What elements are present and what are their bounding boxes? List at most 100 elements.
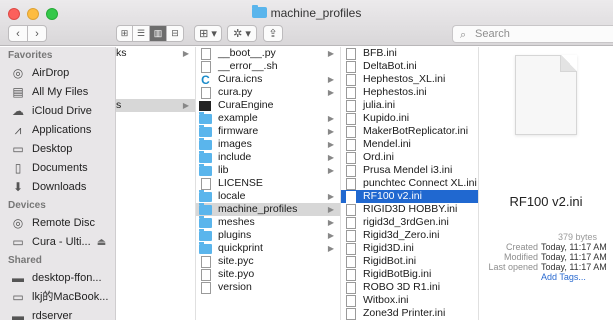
sidebar-item-server[interactable]: ▬ rdserver (0, 307, 115, 320)
list-item[interactable]: C Cura.icns ▶ (196, 73, 340, 86)
chevron-right-icon: ▶ (327, 192, 334, 201)
list-item[interactable]: BFB.ini (341, 47, 478, 60)
list-item[interactable] (116, 86, 195, 99)
list-item[interactable]: lib ▶ (196, 163, 340, 177)
list-item-label: cura.py (218, 86, 253, 98)
folder-icon (199, 215, 212, 228)
list-item[interactable]: Kupido.ini (341, 112, 478, 125)
list-item[interactable] (116, 60, 195, 73)
list-item[interactable]: julia.ini (341, 99, 478, 112)
list-item[interactable]: __boot__.py ▶ (196, 47, 340, 60)
list-item[interactable]: CuraEngine (196, 99, 340, 112)
list-item[interactable]: RigidBotBig.ini (341, 268, 478, 281)
sidebar-item-desktop[interactable]: ▭ Desktop (0, 140, 115, 159)
back-button[interactable]: ‹ (8, 25, 28, 42)
sidebar-item-remote-disc[interactable]: ◎ Remote Disc (0, 214, 115, 233)
list-item-label: Zone3d Printer.ini (363, 307, 446, 319)
ini-file-icon (346, 177, 356, 190)
sidebar-item-icloud[interactable]: ☁ iCloud Drive (0, 102, 115, 121)
list-item[interactable]: Hephestos_XL.ini (341, 73, 478, 86)
sidebar-item-documents[interactable]: ▯ Documents (0, 159, 115, 178)
list-item[interactable]: firmware ▶ (196, 124, 340, 138)
list-item-label: meshes (218, 216, 255, 228)
documents-icon: ▯ (14, 161, 22, 175)
list-item[interactable]: meshes ▶ (196, 215, 340, 229)
forward-button[interactable]: › (27, 25, 47, 42)
list-item[interactable]: Mendel.ini (341, 138, 478, 151)
list-item[interactable]: plugins ▶ (196, 228, 340, 242)
list-item-label: Rigid3d_Zero.ini (363, 229, 440, 241)
list-item[interactable]: site.pyc (196, 255, 340, 268)
column-view-button[interactable]: ▥ (150, 25, 167, 42)
list-item[interactable]: Rigid3d_Zero.ini (341, 229, 478, 242)
list-item[interactable]: quickprint ▶ (196, 241, 340, 255)
list-item-label: s (116, 99, 122, 111)
icon-view-button[interactable]: ⊞ (116, 25, 133, 42)
list-item[interactable]: RigidBot.ini (341, 255, 478, 268)
list-item-label: BFB.ini (363, 47, 397, 59)
list-item[interactable]: Ord.ini (341, 151, 478, 164)
list-item[interactable]: locale ▶ (196, 189, 340, 203)
browser-column-machine-profiles: BFB.ini DeltaBot.ini Hephestos_XL.ini Hephe… (341, 47, 479, 320)
action-gear-button[interactable]: ✲ ▾ (227, 25, 257, 42)
list-item[interactable]: punchtec Connect XL.ini (341, 177, 478, 190)
list-item[interactable]: example ▶ (196, 111, 340, 125)
favorites-header: Favorites (8, 50, 53, 61)
list-item[interactable]: ks ▶ (116, 47, 195, 60)
sidebar-item-label: All My Files (32, 86, 89, 98)
ini-file-icon (346, 216, 356, 229)
list-item[interactable]: s ▶ (116, 99, 195, 112)
list-item-label: Hephestos.ini (363, 86, 427, 98)
list-item-label: LICENSE (218, 177, 263, 189)
ini-file-icon (346, 99, 356, 112)
arrange-button[interactable]: ⊞ ▾ (194, 25, 222, 42)
sidebar-item-computer[interactable]: ▬ desktop-ffon... (0, 269, 115, 288)
list-item[interactable]: RIGID3D HOBBY.ini (341, 203, 478, 216)
list-item[interactable]: machine_profiles ▶ (196, 202, 340, 216)
list-item[interactable]: site.pyo (196, 268, 340, 281)
list-item[interactable]: include ▶ (196, 150, 340, 164)
list-item[interactable]: cura.py ▶ (196, 86, 340, 99)
list-item[interactable]: Prusa Mendel i3.ini (341, 164, 478, 177)
search-field[interactable]: ⌕ Search (452, 25, 613, 43)
list-item[interactable]: MakerBotReplicator.ini (341, 125, 478, 138)
list-item[interactable]: DeltaBot.ini (341, 60, 478, 73)
list-item[interactable]: Hephestos.ini (341, 86, 478, 99)
cover-flow-view-button[interactable]: ⊟ (167, 25, 184, 42)
list-item[interactable]: rigid3d_3rdGen.ini (341, 216, 478, 229)
list-view-button[interactable]: ☰ (133, 25, 150, 42)
list-item[interactable]: LICENSE (196, 177, 340, 190)
list-item[interactable]: RF100 v2.ini (341, 190, 478, 203)
eject-icon[interactable]: ⏏ (97, 233, 106, 252)
sidebar-item-applications[interactable]: ⩘ Applications (0, 121, 115, 140)
list-item[interactable]: __error__.sh (196, 60, 340, 73)
ini-file-icon (346, 255, 356, 268)
applications-icon: ⩘ (14, 123, 22, 137)
list-item-label: example (218, 112, 258, 124)
list-item-label: lib (218, 164, 229, 176)
list-item[interactable] (116, 73, 195, 86)
list-item[interactable]: Zone3d Printer.ini (341, 307, 478, 320)
list-item[interactable]: Witbox.ini (341, 294, 478, 307)
add-tags-link[interactable]: Add Tags... (541, 272, 586, 282)
sidebar-item-airdrop[interactable]: ◎ AirDrop (0, 64, 115, 83)
list-item[interactable]: Rigid3D.ini (341, 242, 478, 255)
desktop-icon: ▭ (12, 142, 24, 156)
list-item[interactable]: images ▶ (196, 137, 340, 151)
list-item[interactable]: ROBO 3D R1.ini (341, 281, 478, 294)
list-item[interactable]: version (196, 281, 340, 294)
sidebar-item-laptop[interactable]: ▭ lkj的MacBook... (0, 288, 115, 307)
window-title-text: machine_profiles (270, 6, 362, 20)
last-opened-value: Today, 11:17 AM (541, 262, 607, 272)
document-icon (201, 255, 211, 268)
sidebar-item-label: Remote Disc (32, 217, 95, 229)
list-item-label: Hephestos_XL.ini (363, 73, 446, 85)
sidebar-item-all-files[interactable]: ▤ All My Files (0, 83, 115, 102)
sidebar-item-drive[interactable]: ▭ Cura - Ulti... ⏏ (0, 233, 115, 252)
document-preview-icon (515, 55, 577, 135)
chevron-right-icon: ▶ (327, 166, 334, 175)
share-button[interactable]: ⇪ (263, 25, 283, 42)
sidebar-item-label: rdserver (32, 310, 73, 320)
sidebar-item-downloads[interactable]: ⬇ Downloads (0, 178, 115, 197)
modified-label: Modified (503, 252, 538, 262)
